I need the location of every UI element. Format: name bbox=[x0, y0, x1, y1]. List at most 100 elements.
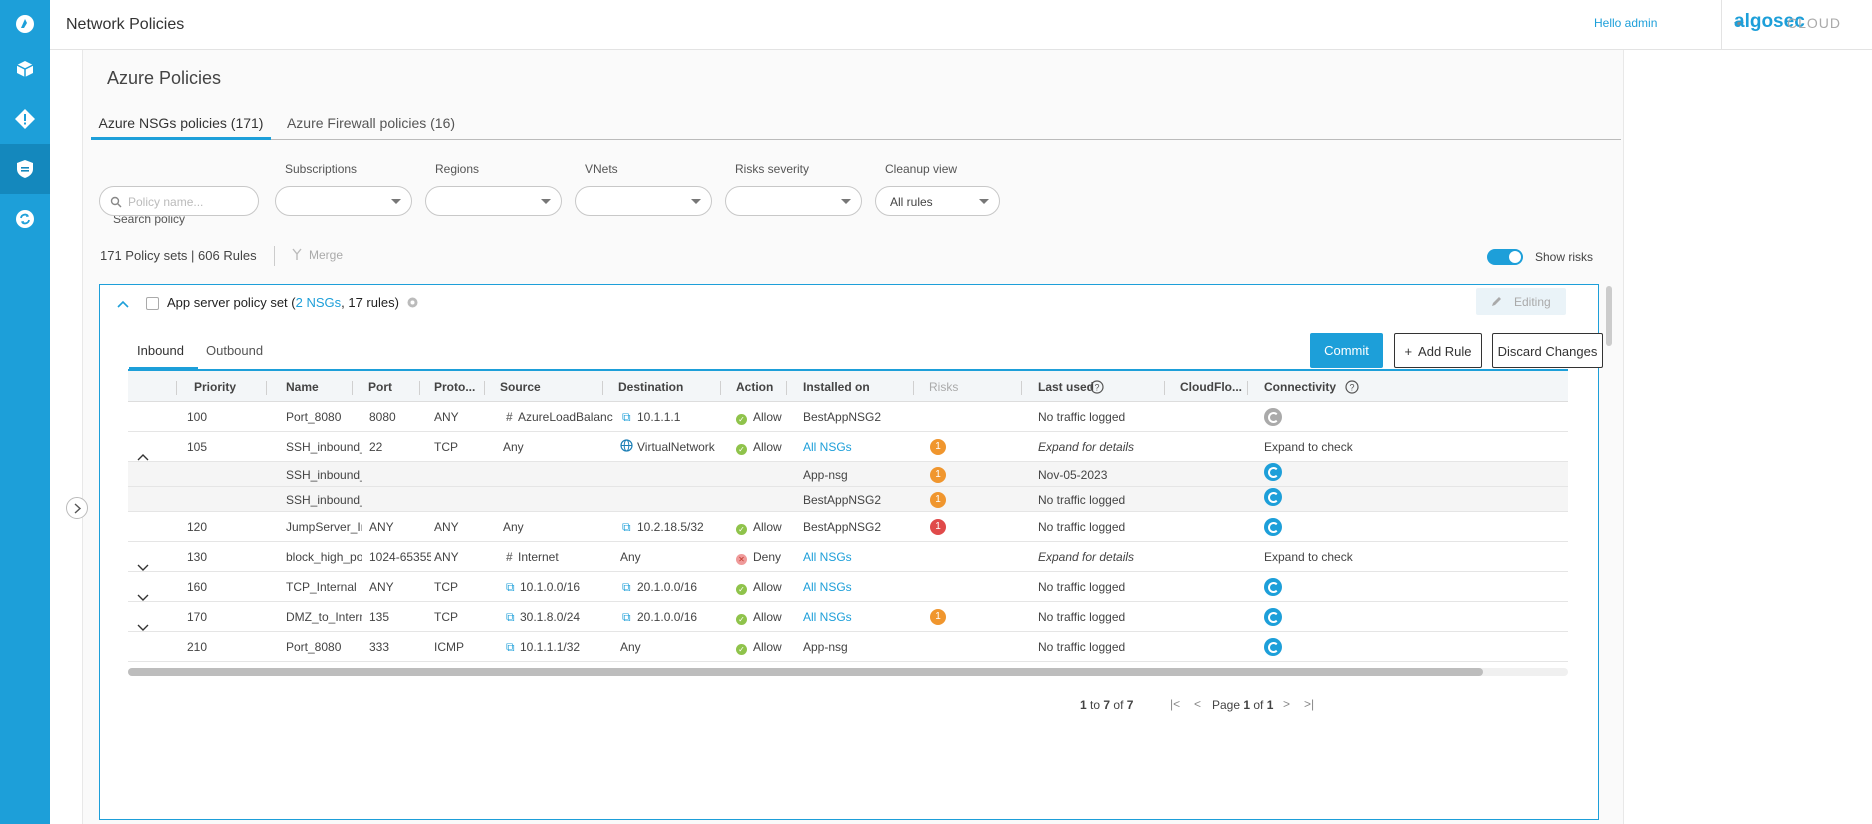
rule-count: , 17 rules) bbox=[341, 295, 399, 310]
policy-set-name: App server policy set bbox=[167, 295, 288, 310]
ip-range-icon: ⧉ bbox=[622, 520, 631, 534]
sync-icon[interactable] bbox=[0, 194, 50, 244]
commit-button[interactable]: Commit bbox=[1310, 333, 1383, 368]
table-row[interactable]: 120 JumpServer_Internal ANY ANY Any ⧉ 10… bbox=[128, 512, 1568, 542]
sync-icon[interactable] bbox=[1264, 488, 1282, 506]
tab-azure-nsgs[interactable]: Azure NSGs policies (171) bbox=[91, 104, 271, 140]
allow-check-icon: ✓ bbox=[736, 644, 747, 655]
cleanup-view-label: Cleanup view bbox=[885, 162, 958, 176]
table-header: Priority Name Port Proto... Source Desti… bbox=[128, 369, 1568, 402]
col-name[interactable]: Name bbox=[286, 380, 319, 394]
regions-label: Regions bbox=[435, 162, 480, 176]
user-menu[interactable]: Hello admin bbox=[1594, 16, 1657, 30]
hash-icon: # bbox=[506, 410, 513, 424]
table-row[interactable]: 170 DMZ_to_Internal 135 TCP ⧉ 30.1.8.0/2… bbox=[128, 602, 1568, 632]
gear-icon[interactable] bbox=[406, 296, 419, 309]
table-row[interactable]: 210 Port_8080 333 ICMP ⧉ 10.1.1.1/32 Any… bbox=[128, 632, 1568, 662]
svg-text:?: ? bbox=[1094, 383, 1099, 393]
policy-tabs: Azure NSGs policies (171) Azure Firewall… bbox=[91, 104, 1621, 140]
help-icon[interactable]: ? bbox=[1090, 380, 1104, 394]
last-page-icon[interactable]: >| bbox=[1304, 697, 1314, 711]
sync-icon[interactable] bbox=[1264, 578, 1282, 596]
sync-icon[interactable] bbox=[1264, 518, 1282, 536]
tab-azure-firewall[interactable]: Azure Firewall policies (16) bbox=[281, 104, 461, 140]
risk-badge[interactable]: 1 bbox=[930, 609, 946, 625]
col-destination[interactable]: Destination bbox=[618, 380, 683, 394]
table-row[interactable]: 100 Port_8080 8080 ANY # AzureLoadBalanc… bbox=[128, 402, 1568, 432]
tab-inbound[interactable]: Inbound bbox=[129, 335, 198, 369]
cleanup-view-select[interactable]: All rules bbox=[875, 186, 1000, 216]
cube-icon[interactable] bbox=[0, 44, 50, 94]
policy-summary: 171 Policy sets | 606 Rules bbox=[100, 248, 257, 263]
regions-select[interactable] bbox=[425, 186, 562, 216]
col-risks: Risks bbox=[929, 380, 959, 394]
sidebar bbox=[0, 0, 50, 824]
subscriptions-select[interactable] bbox=[275, 186, 412, 216]
vertical-scrollbar[interactable] bbox=[1606, 286, 1612, 346]
risk-badge-high[interactable]: 1 bbox=[930, 519, 946, 535]
col-priority[interactable]: Priority bbox=[194, 380, 236, 394]
chevron-up-icon[interactable] bbox=[116, 299, 130, 309]
risk-badge[interactable]: 1 bbox=[930, 439, 946, 455]
policy-set-checkbox[interactable] bbox=[146, 297, 159, 310]
vnets-select[interactable] bbox=[575, 186, 712, 216]
col-protocol[interactable]: Proto... bbox=[434, 380, 475, 394]
scrollbar-thumb[interactable] bbox=[128, 668, 1483, 676]
col-cloudflow[interactable]: CloudFlo... bbox=[1180, 380, 1242, 394]
expand-to-check[interactable]: Expand to check bbox=[1264, 440, 1353, 454]
horizontal-scrollbar[interactable] bbox=[128, 668, 1568, 676]
table-row[interactable]: 105 SSH_inbound_internet 22 TCP Any Virt… bbox=[128, 432, 1568, 462]
help-icon[interactable]: ? bbox=[1345, 380, 1359, 394]
chevron-down-icon bbox=[391, 199, 401, 204]
policy-set-title: App server policy set (2 NSGs, 17 rules) bbox=[167, 295, 399, 310]
hash-icon: # bbox=[506, 550, 513, 564]
all-nsgs-link[interactable]: All NSGs bbox=[803, 610, 852, 624]
tab-outbound[interactable]: Outbound bbox=[206, 335, 263, 369]
table-row[interactable]: 130 block_high_ports 1024-65355 ANY # In… bbox=[128, 542, 1568, 572]
col-installed-on[interactable]: Installed on bbox=[803, 380, 870, 394]
all-nsgs-link[interactable]: All NSGs bbox=[803, 550, 852, 564]
merge-icon bbox=[292, 248, 302, 260]
deny-x-icon: ✕ bbox=[736, 554, 747, 565]
next-page-icon[interactable]: > bbox=[1283, 697, 1290, 711]
sync-icon[interactable] bbox=[1264, 608, 1282, 626]
ip-range-icon: ⧉ bbox=[622, 410, 631, 424]
col-port[interactable]: Port bbox=[368, 380, 392, 394]
chevron-down-icon bbox=[541, 199, 551, 204]
brand-logo: algosec CLOUD bbox=[1721, 0, 1872, 50]
show-risks-toggle[interactable] bbox=[1487, 249, 1523, 265]
allow-check-icon: ✓ bbox=[736, 614, 747, 625]
chevron-down-icon[interactable] bbox=[136, 622, 150, 632]
col-last-used[interactable]: Last used bbox=[1038, 380, 1094, 394]
expand-to-check[interactable]: Expand to check bbox=[1264, 550, 1353, 564]
policy-shield-icon[interactable] bbox=[0, 144, 50, 194]
risks-severity-label: Risks severity bbox=[735, 162, 810, 176]
prev-page-icon[interactable]: < bbox=[1194, 697, 1201, 711]
add-rule-button[interactable]: + Add Rule bbox=[1394, 333, 1482, 368]
chevron-down-icon[interactable] bbox=[136, 592, 150, 602]
risk-badge[interactable]: 1 bbox=[930, 492, 946, 508]
divider bbox=[274, 246, 275, 266]
all-nsgs-link[interactable]: All NSGs bbox=[803, 440, 852, 454]
all-nsgs-link[interactable]: All NSGs bbox=[803, 580, 852, 594]
sync-icon[interactable] bbox=[1264, 463, 1282, 481]
grey-sync-icon[interactable] bbox=[1264, 408, 1282, 426]
col-connectivity[interactable]: Connectivity bbox=[1264, 380, 1336, 394]
discard-changes-button[interactable]: Discard Changes bbox=[1492, 333, 1603, 368]
app-logo-icon[interactable] bbox=[0, 0, 50, 48]
chevron-up-icon[interactable] bbox=[136, 452, 150, 462]
col-action[interactable]: Action bbox=[736, 380, 773, 394]
col-source[interactable]: Source bbox=[500, 380, 541, 394]
app-title: Network Policies bbox=[66, 16, 185, 33]
side-panel-expander[interactable] bbox=[66, 497, 88, 519]
sync-icon[interactable] bbox=[1264, 638, 1282, 656]
allow-check-icon: ✓ bbox=[736, 414, 747, 425]
search-input[interactable]: Policy name... bbox=[99, 186, 259, 216]
risks-severity-select[interactable] bbox=[725, 186, 862, 216]
risk-badge[interactable]: 1 bbox=[930, 467, 946, 483]
first-page-icon[interactable]: |< bbox=[1170, 697, 1180, 711]
risk-diamond-icon[interactable] bbox=[0, 94, 50, 144]
chevron-down-icon[interactable] bbox=[136, 562, 150, 572]
nsg-count-link[interactable]: 2 NSGs bbox=[296, 295, 342, 310]
table-row[interactable]: 160 TCP_Internal ANY TCP ⧉ 10.1.0.0/16 ⧉… bbox=[128, 572, 1568, 602]
